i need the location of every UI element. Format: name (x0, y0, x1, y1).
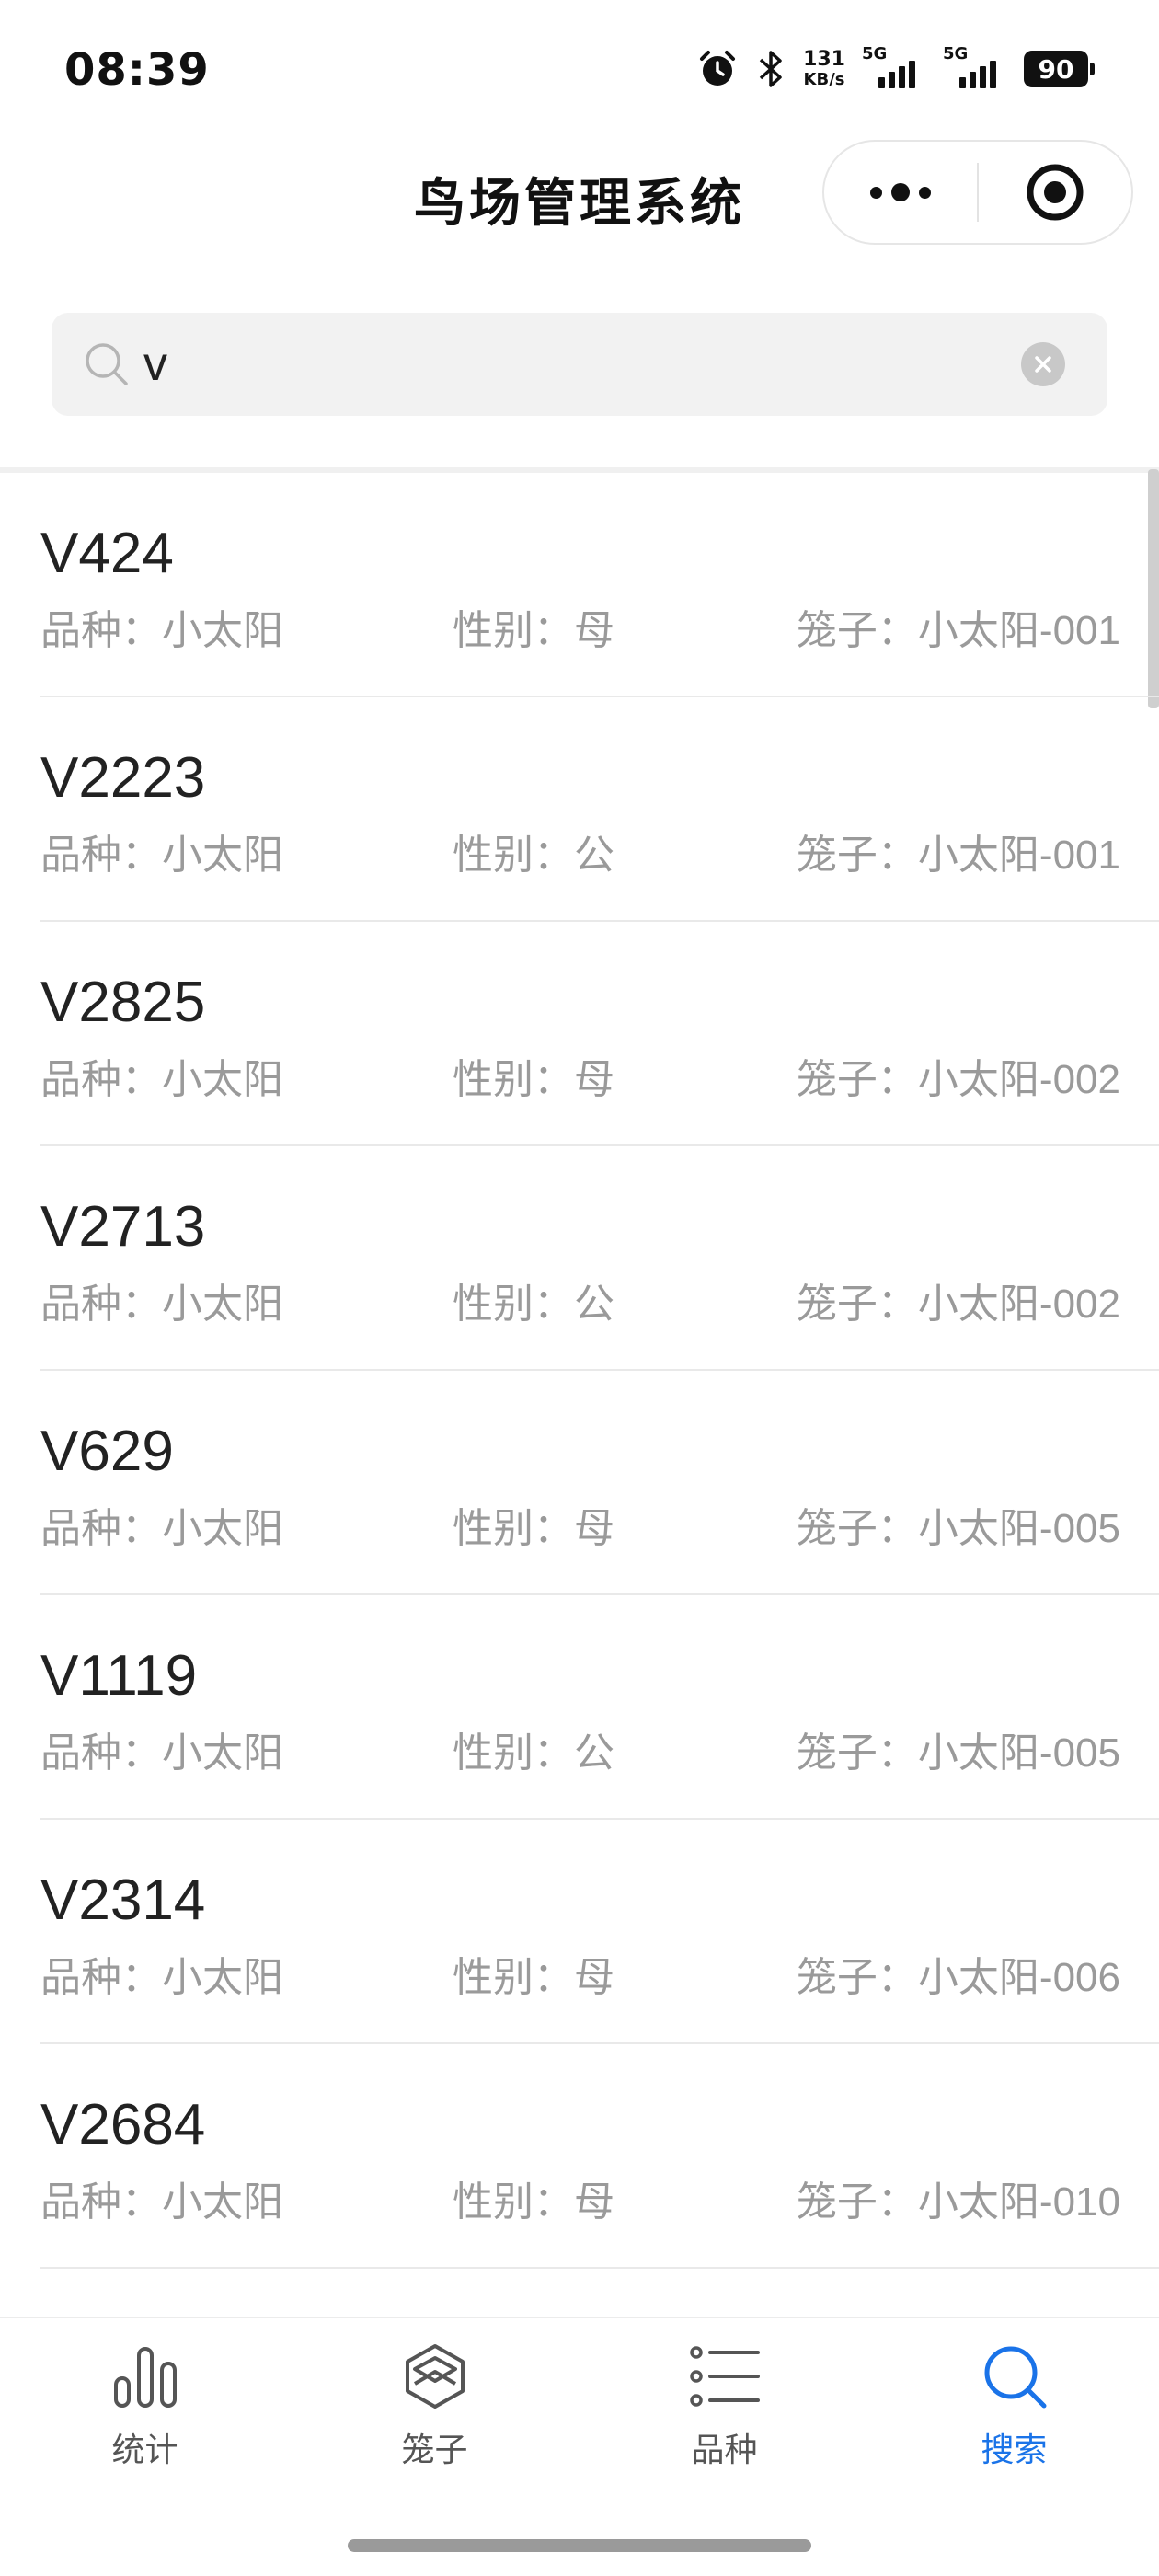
bird-id: V2223 (40, 746, 206, 810)
list-item[interactable]: V2713 品种：小太阳 性别：公 笼子：小太阳-002 (0, 1146, 1159, 1371)
list-icon (688, 2337, 762, 2416)
bird-list: V424 品种：小太阳 性别：母 笼子：小太阳-001 V2223 品种：小太阳… (0, 473, 1159, 2269)
list-item[interactable]: V2684 品种：小太阳 性别：母 笼子：小太阳-010 (0, 2044, 1159, 2269)
bird-sex: 性别：母 (453, 1057, 614, 1102)
bird-sex: 性别：母 (453, 2179, 614, 2225)
more-dots-icon (870, 183, 931, 201)
app-screen: 08:39 131 KB/s 5G 5G 90 鸟场管理系统 v V424 品种… (0, 0, 1159, 2576)
bird-id: V424 (40, 522, 174, 585)
list-item[interactable]: V2314 品种：小太阳 性别：母 笼子：小太阳-006 (0, 1820, 1159, 2044)
bird-cage: 笼子：小太阳-002 (796, 1282, 1120, 1327)
list-item[interactable]: V629 品种：小太阳 性别：母 笼子：小太阳-005 (0, 1371, 1159, 1595)
bird-id: V2713 (40, 1195, 206, 1259)
bird-breed: 品种：小太阳 (40, 1282, 283, 1327)
bird-cage: 笼子：小太阳-010 (796, 2179, 1120, 2225)
list-item[interactable]: V2825 品种：小太阳 性别：母 笼子：小太阳-002 (0, 922, 1159, 1146)
battery-icon: 90 (1024, 51, 1095, 87)
bird-id: V1119 (40, 1644, 198, 1708)
bird-breed: 品种：小太阳 (40, 1955, 283, 2000)
bird-sex: 性别：母 (453, 1955, 614, 2000)
bird-breed: 品种：小太阳 (40, 1731, 283, 1776)
tab-statistics[interactable]: 统计 (0, 2337, 290, 2484)
bird-breed: 品种：小太阳 (40, 1506, 283, 1551)
search-bar (52, 313, 1107, 416)
bird-cage: 笼子：小太阳-005 (796, 1506, 1120, 1551)
bird-id: V2825 (40, 971, 206, 1034)
bottom-tab-bar: 统计 笼子 品种 搜索 (0, 2317, 1159, 2576)
bird-sex: 性别：公 (453, 1731, 614, 1776)
title-bar: 鸟场管理系统 (0, 138, 1159, 248)
target-close-icon (1027, 164, 1084, 221)
network-speed: 131 KB/s (803, 50, 845, 88)
status-bar: 08:39 131 KB/s 5G 5G 90 (0, 0, 1159, 138)
bird-id: V2684 (40, 2093, 206, 2156)
bird-breed: 品种：小太阳 (40, 2179, 283, 2225)
bird-breed: 品种：小太阳 (40, 833, 283, 878)
tab-search[interactable]: 搜索 (869, 2337, 1159, 2484)
more-button[interactable] (824, 142, 977, 243)
tab-breeds[interactable]: 品种 (580, 2337, 869, 2484)
bird-id: V629 (40, 1420, 174, 1483)
bird-cage: 笼子：小太阳-005 (796, 1731, 1120, 1776)
bird-sex: 性别：公 (453, 833, 614, 878)
status-time: 08:39 (64, 44, 210, 96)
bluetooth-icon (755, 48, 786, 90)
cube-icon (400, 2337, 470, 2416)
signal-sim1-icon: 5G (862, 44, 926, 92)
tab-cages[interactable]: 笼子 (290, 2337, 580, 2484)
tab-label: 搜索 (981, 2432, 1048, 2469)
home-indicator[interactable] (348, 2539, 811, 2552)
bird-cage: 笼子：小太阳-002 (796, 1057, 1120, 1102)
row-divider (40, 2267, 1159, 2269)
mini-program-capsule (822, 140, 1133, 245)
network-speed-value: 131 (803, 48, 845, 71)
network-speed-unit: KB/s (803, 70, 845, 89)
bird-sex: 性别：母 (453, 1506, 614, 1551)
bird-breed: 品种：小太阳 (40, 1057, 283, 1102)
bird-cage: 笼子：小太阳-001 (796, 833, 1120, 878)
list-item[interactable]: V1119 品种：小太阳 性别：公 笼子：小太阳-005 (0, 1595, 1159, 1820)
bird-cage: 笼子：小太阳-006 (796, 1955, 1120, 2000)
list-item[interactable]: V2223 品种：小太阳 性别：公 笼子：小太阳-001 (0, 697, 1159, 922)
tab-label: 笼子 (401, 2432, 468, 2469)
tab-label: 品种 (691, 2432, 758, 2469)
bird-cage: 笼子：小太阳-001 (796, 608, 1120, 653)
bird-id: V2314 (40, 1869, 206, 1932)
bar-chart-icon (110, 2337, 180, 2416)
search-icon (980, 2337, 1050, 2416)
clear-search-icon[interactable] (1021, 342, 1065, 386)
bird-sex: 性别：公 (453, 1282, 614, 1327)
tab-label: 统计 (111, 2432, 178, 2469)
search-icon (83, 340, 131, 392)
search-input[interactable] (143, 328, 971, 401)
close-button[interactable] (979, 142, 1131, 243)
alarm-icon (696, 48, 739, 90)
status-icons: 131 KB/s 5G 5G 90 (696, 44, 1095, 92)
battery-level: 90 (1024, 51, 1088, 87)
bird-sex: 性别：母 (453, 608, 614, 653)
list-item[interactable]: V424 品种：小太阳 性别：母 笼子：小太阳-001 (0, 473, 1159, 697)
signal-sim2-icon: 5G (943, 44, 1007, 92)
bird-breed: 品种：小太阳 (40, 608, 283, 653)
